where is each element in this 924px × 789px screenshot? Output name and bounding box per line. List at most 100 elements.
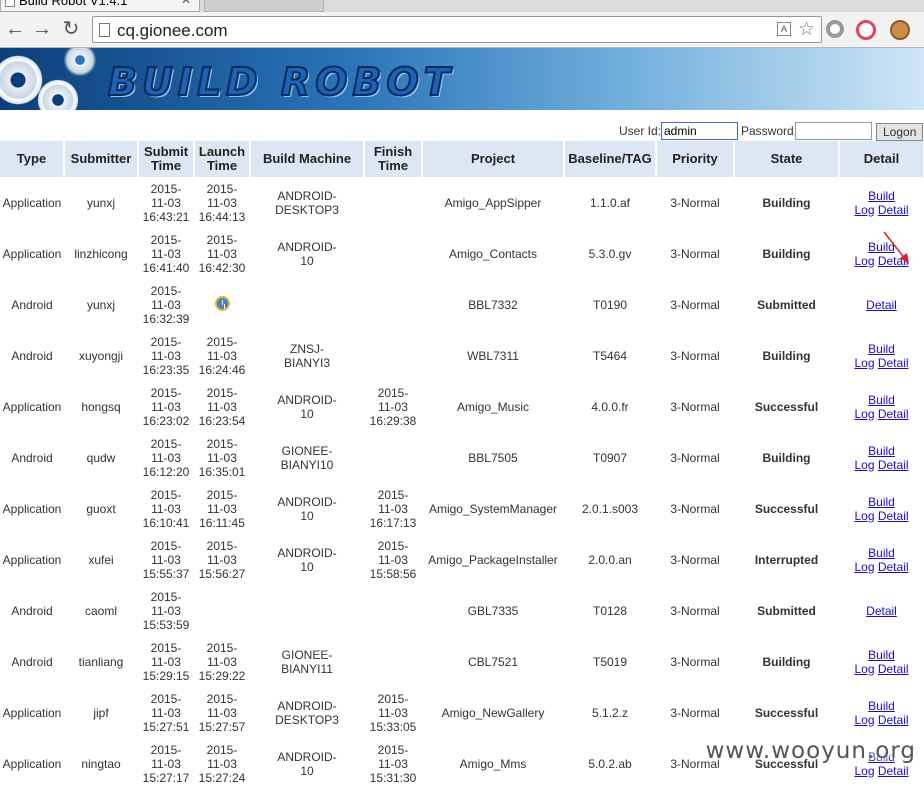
log-link[interactable]: Log bbox=[854, 713, 874, 727]
log-link[interactable]: Log bbox=[854, 662, 874, 676]
close-icon[interactable]: ✕ bbox=[181, 0, 191, 7]
table-header-row: Type Submitter Submit Time Launch Time B… bbox=[0, 141, 924, 177]
browser-tab-2[interactable] bbox=[204, 0, 324, 12]
launch-time-date: 2015-11-03 bbox=[206, 334, 238, 363]
submitter-cell: linzhicong bbox=[64, 228, 138, 279]
address-bar[interactable]: cq.gionee.com A ☆ bbox=[92, 16, 822, 43]
build-link[interactable]: Build bbox=[868, 546, 895, 560]
build-link[interactable]: Build bbox=[868, 648, 895, 662]
header-submitter[interactable]: Submitter bbox=[64, 141, 139, 177]
project-cell: Amigo_Contacts bbox=[422, 228, 564, 279]
browser-tab[interactable]: Build Robot V1.4.1 ✕ bbox=[0, 0, 200, 12]
project-cell: Amigo_PackageInstaller bbox=[422, 534, 564, 585]
state-cell: Submitted bbox=[734, 279, 839, 330]
logon-button[interactable]: Logon bbox=[876, 123, 924, 141]
detail-link[interactable]: Detail bbox=[878, 560, 909, 574]
build-machine-cell: ANDROID-10 bbox=[250, 228, 364, 279]
detail-link[interactable]: Detail bbox=[878, 509, 909, 523]
build-link[interactable]: Build bbox=[868, 699, 895, 713]
user-id-input[interactable] bbox=[661, 122, 738, 140]
reload-icon[interactable]: ↻ bbox=[60, 18, 82, 40]
detail-link[interactable]: Detail bbox=[866, 604, 897, 618]
launch-time-clock: 16:44:13 bbox=[198, 209, 246, 224]
build-machine: ANDROID-10 bbox=[277, 545, 337, 574]
build-jobs-table: Type Submitter Submit Time Launch Time B… bbox=[0, 141, 924, 789]
user-id-label: User Id: bbox=[619, 124, 662, 138]
submitter-name: guoxt bbox=[86, 501, 116, 516]
priority-cell: 3-Normal bbox=[656, 279, 734, 330]
extension-red-icon[interactable] bbox=[856, 20, 876, 40]
header-priority[interactable]: Priority bbox=[656, 141, 735, 177]
detail-link[interactable]: Detail bbox=[878, 458, 909, 472]
submit-time-clock: 16:23:35 bbox=[142, 362, 190, 377]
baseline-tag: 5.3.0.gv bbox=[588, 246, 632, 261]
header-build-machine[interactable]: Build Machine bbox=[250, 141, 365, 177]
submit-time-cell: 2015-11-03 16:12:20 bbox=[138, 432, 194, 483]
finish-time-clock: 15:33:05 bbox=[369, 719, 417, 734]
table-row: Application yunxj 2015-11-03 16:43:21 2015-1… bbox=[0, 177, 924, 228]
submit-time-cell: 2015-11-03 16:32:39 bbox=[138, 279, 194, 330]
header-project[interactable]: Project bbox=[422, 141, 565, 177]
table-row: Application guoxt 2015-11-03 16:10:41 2015-1… bbox=[0, 483, 924, 534]
submit-time-clock: 16:41:40 bbox=[142, 260, 190, 275]
detail-link[interactable]: Detail bbox=[878, 764, 909, 778]
submitter-name: yunxj bbox=[86, 297, 115, 312]
submitter-name: hongsq bbox=[81, 399, 121, 414]
header-launch-time[interactable]: Launch Time bbox=[194, 141, 251, 177]
project-cell: WBL7311 bbox=[422, 330, 564, 381]
header-finish-time[interactable]: Finish Time bbox=[364, 141, 423, 177]
cookie-icon[interactable] bbox=[890, 20, 910, 40]
baseline-cell: T0907 bbox=[564, 432, 656, 483]
baseline-tag: 5.1.2.z bbox=[591, 705, 629, 720]
baseline-tag: 4.0.0.fr bbox=[591, 399, 629, 414]
submit-time-clock: 15:27:51 bbox=[142, 719, 190, 734]
build-machine-cell: ANDROID-10 bbox=[250, 483, 364, 534]
header-baseline-tag[interactable]: Baseline/TAG bbox=[564, 141, 657, 177]
job-type: Android bbox=[11, 450, 53, 465]
submitter-cell: ningtao bbox=[64, 738, 138, 789]
header-state[interactable]: State bbox=[734, 141, 840, 177]
job-type: Application bbox=[2, 552, 62, 567]
detail-link[interactable]: Detail bbox=[878, 203, 909, 217]
project-name: BBL7505 bbox=[468, 450, 518, 465]
launch-time-cell: 2015-11-03 16:23:54 bbox=[194, 381, 250, 432]
detail-link[interactable]: Detail bbox=[866, 298, 897, 312]
log-link[interactable]: Log bbox=[854, 407, 874, 421]
page-icon bbox=[99, 23, 110, 37]
log-link[interactable]: Log bbox=[854, 764, 874, 778]
baseline-cell: 5.0.2.ab bbox=[564, 738, 656, 789]
header-type[interactable]: Type bbox=[0, 141, 65, 177]
log-link[interactable]: Log bbox=[854, 254, 874, 268]
log-link[interactable]: Log bbox=[854, 458, 874, 472]
launch-time-clock: 15:29:22 bbox=[198, 668, 246, 683]
status-badge: Building bbox=[762, 654, 811, 669]
header-submit-time[interactable]: Submit Time bbox=[138, 141, 195, 177]
logo-text: BUILD ROBOT bbox=[107, 59, 455, 105]
header-detail[interactable]: Detail bbox=[839, 141, 924, 177]
priority-cell: 3-Normal bbox=[656, 177, 734, 228]
log-link[interactable]: Log bbox=[854, 509, 874, 523]
build-link[interactable]: Build bbox=[868, 189, 895, 203]
forward-arrow-icon[interactable]: → bbox=[31, 18, 53, 40]
build-link[interactable]: Build bbox=[868, 342, 895, 356]
finish-time-cell: 2015-11-03 15:31:30 bbox=[364, 738, 422, 789]
detail-link[interactable]: Detail bbox=[878, 662, 909, 676]
log-link[interactable]: Log bbox=[854, 560, 874, 574]
submit-time-cell: 2015-11-03 16:41:40 bbox=[138, 228, 194, 279]
star-icon[interactable]: ☆ bbox=[798, 18, 815, 41]
back-arrow-icon[interactable]: ← bbox=[4, 18, 26, 40]
detail-link[interactable]: Detail bbox=[878, 356, 909, 370]
password-input[interactable] bbox=[795, 122, 872, 140]
detail-link[interactable]: Detail bbox=[878, 407, 909, 421]
log-link[interactable]: Log bbox=[854, 356, 874, 370]
translate-icon[interactable]: A bbox=[777, 22, 791, 36]
build-link[interactable]: Build bbox=[868, 393, 895, 407]
build-link[interactable]: Build bbox=[868, 495, 895, 509]
build-link[interactable]: Build bbox=[868, 444, 895, 458]
build-link[interactable]: Build bbox=[868, 240, 895, 254]
detail-link[interactable]: Detail bbox=[878, 713, 909, 727]
status-badge: Building bbox=[762, 348, 811, 363]
detail-link[interactable]: Detail bbox=[878, 254, 909, 268]
extension-circle-icon[interactable] bbox=[826, 20, 844, 38]
log-link[interactable]: Log bbox=[854, 203, 874, 217]
